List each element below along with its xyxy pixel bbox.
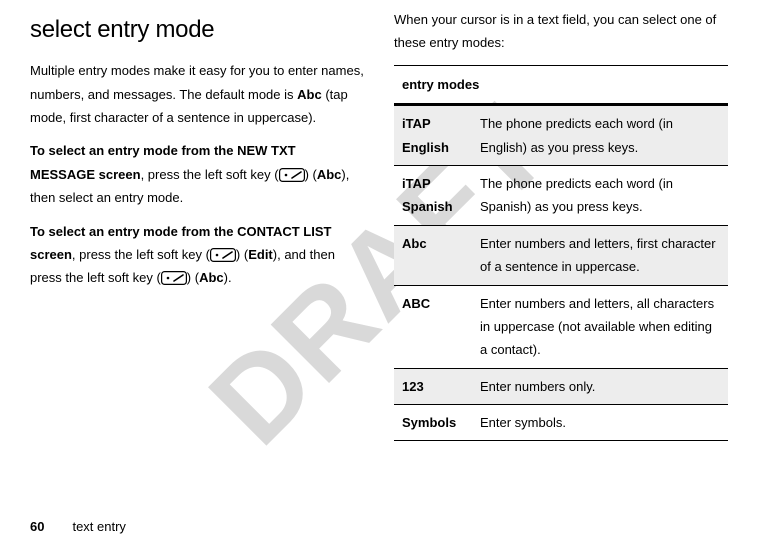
select-new-message-paragraph: To select an entry mode from the NEW TXT…	[30, 139, 364, 209]
entry-modes-table: entry modes iTAP English The phone predi…	[394, 65, 728, 442]
p3-text-f: ) (	[187, 270, 199, 285]
p3-text-g: ).	[224, 270, 232, 285]
p2-text-d: ) (	[305, 167, 317, 182]
table-row: 123 Enter numbers only.	[394, 368, 728, 404]
mode-desc: Enter numbers and letters, all character…	[472, 285, 728, 368]
p3-bold-b: screen	[30, 247, 72, 262]
edit-label: Edit	[248, 247, 273, 262]
right-column: When your cursor is in a text field, you…	[394, 8, 728, 441]
abc-label-2: Abc	[317, 167, 342, 182]
right-intro: When your cursor is in a text field, you…	[394, 8, 728, 55]
table-row: iTAP Spanish The phone predicts each wor…	[394, 165, 728, 225]
mode-name: Abc	[394, 225, 472, 285]
select-contact-list-paragraph: To select an entry mode from the CONTACT…	[30, 220, 364, 290]
p3-text-c: , press the left soft key (	[72, 247, 210, 262]
p2-text-c: , press the left soft key (	[141, 167, 279, 182]
table-row: iTAP English The phone predicts each wor…	[394, 105, 728, 166]
mode-desc: The phone predicts each word (in English…	[472, 105, 728, 166]
mode-name: iTAP English	[394, 105, 472, 166]
page-title: select entry mode	[30, 8, 364, 51]
table-header-row: entry modes	[394, 65, 728, 104]
mode-desc: Enter numbers and letters, first charact…	[472, 225, 728, 285]
intro-paragraph: Multiple entry modes make it easy for yo…	[30, 59, 364, 129]
mode-desc: Enter numbers only.	[472, 368, 728, 404]
mode-name: iTAP Spanish	[394, 165, 472, 225]
content-columns: select entry mode Multiple entry modes m…	[30, 8, 728, 441]
abc-label-3: Abc	[199, 270, 224, 285]
mode-name: 123	[394, 368, 472, 404]
mode-desc: Enter symbols.	[472, 405, 728, 441]
table-header: entry modes	[394, 65, 728, 104]
p3-bold-a: To select an entry mode from the	[30, 224, 237, 239]
table-row: Abc Enter numbers and letters, first cha…	[394, 225, 728, 285]
section-name: text entry	[72, 519, 125, 534]
abc-mode-label: Abc	[297, 87, 322, 102]
contact-list-label: CONTACT LIST	[237, 224, 331, 239]
table-row: ABC Enter numbers and letters, all chara…	[394, 285, 728, 368]
soft-key-icon	[279, 168, 305, 182]
page-number: 60	[30, 519, 44, 534]
soft-key-icon	[210, 248, 236, 262]
page-footer: 60 text entry	[30, 519, 126, 534]
mode-name: ABC	[394, 285, 472, 368]
table-row: Symbols Enter symbols.	[394, 405, 728, 441]
mode-name: Symbols	[394, 405, 472, 441]
p3-text-d: ) (	[236, 247, 248, 262]
left-column: select entry mode Multiple entry modes m…	[30, 8, 364, 441]
soft-key-icon	[161, 271, 187, 285]
p2-bold-a: To select an entry mode from the	[30, 143, 237, 158]
p2-bold-b: screen	[95, 167, 141, 182]
mode-desc: The phone predicts each word (in Spanish…	[472, 165, 728, 225]
